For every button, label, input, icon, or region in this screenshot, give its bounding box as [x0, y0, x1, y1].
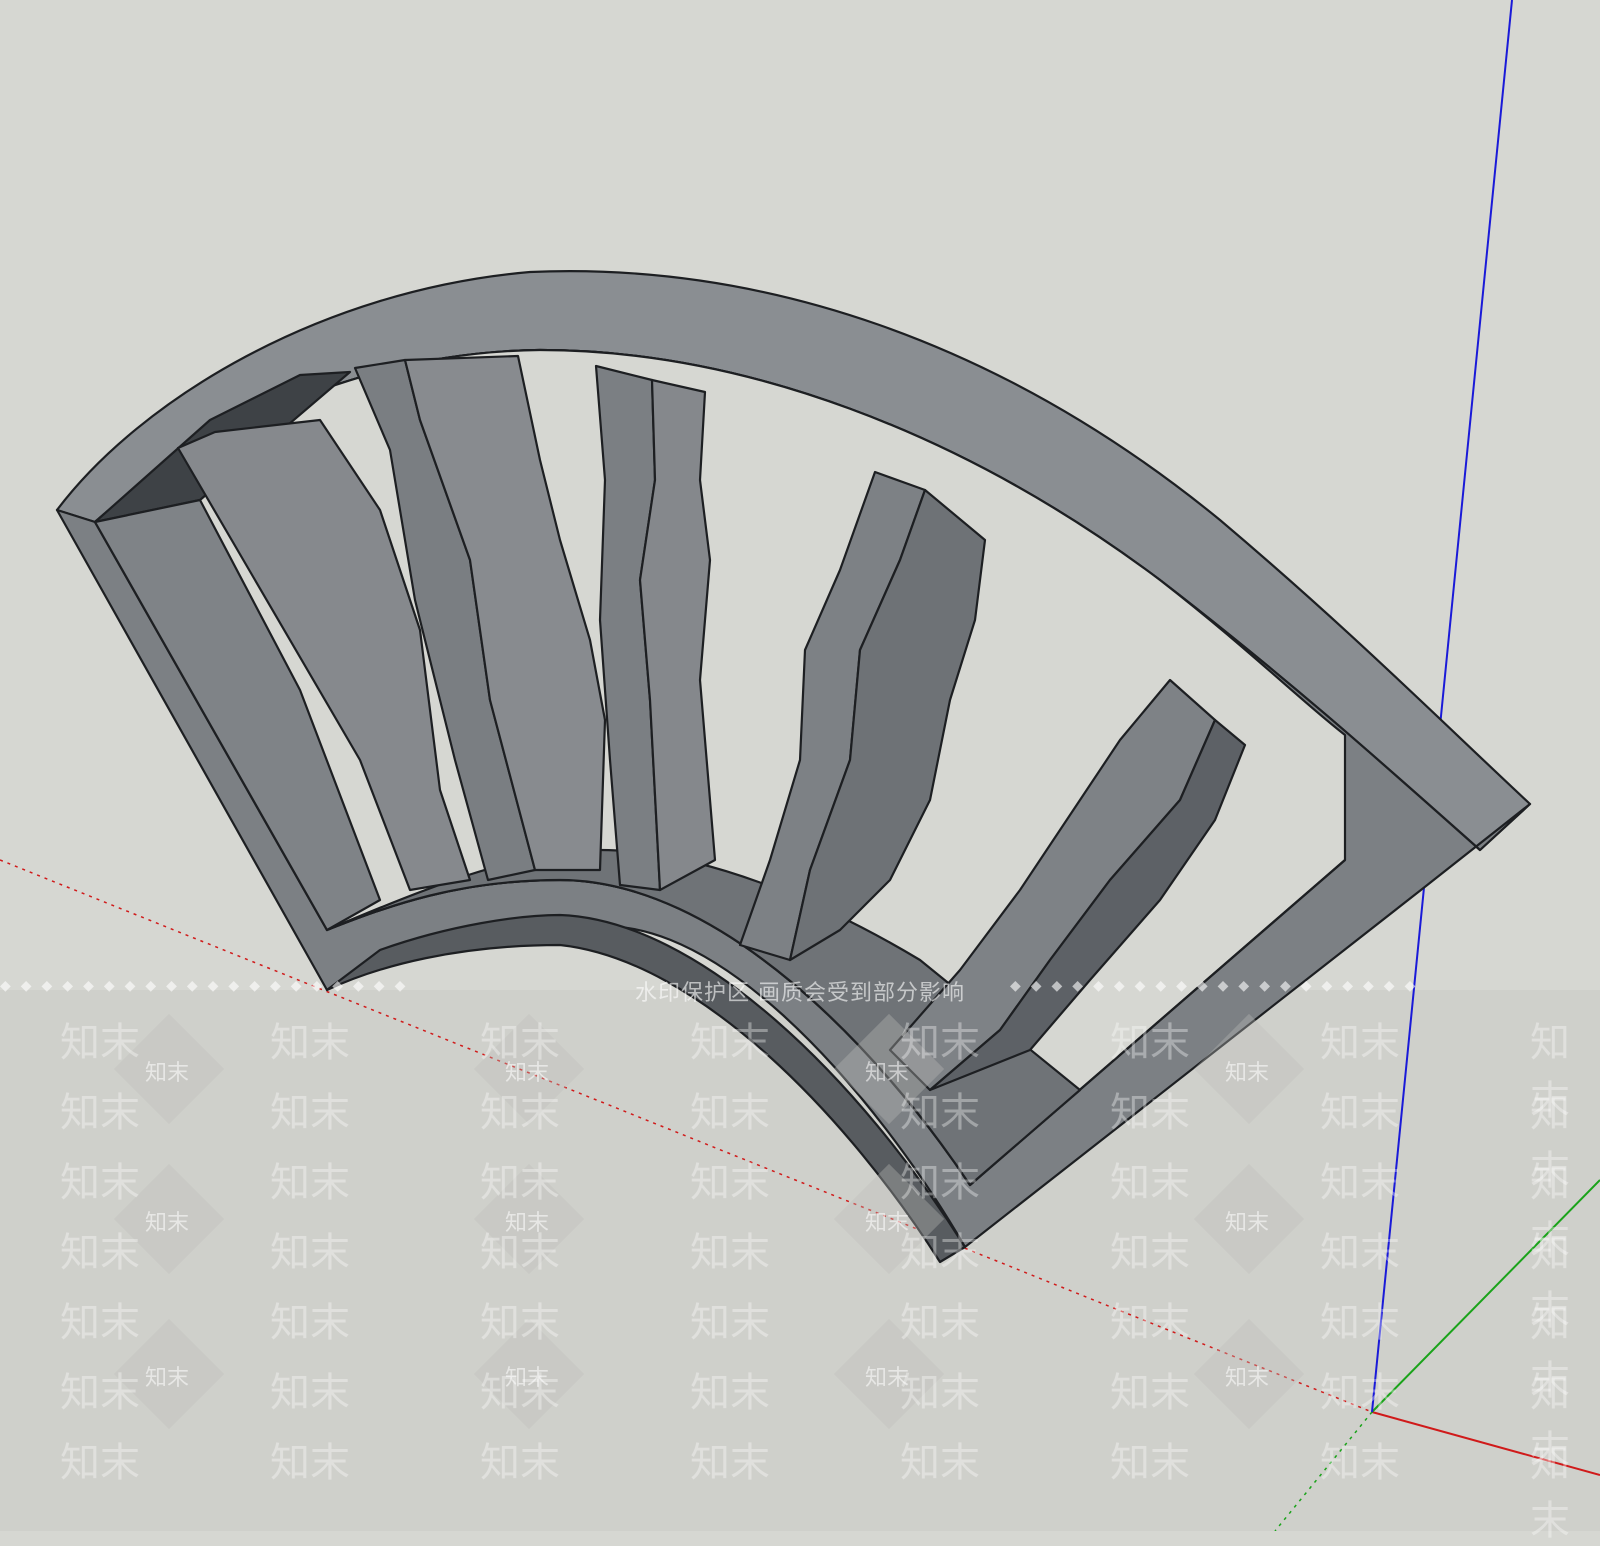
- green-axis-dotted: [1274, 1411, 1373, 1531]
- model-canvas[interactable]: [0, 0, 1600, 1531]
- curved-screen-model[interactable]: [55, 270, 1532, 1264]
- sketchup-viewport[interactable]: ◆◆◆◆◆◆◆◆◆◆◆◆◆◆◆◆◆◆◆◆ ◆◆◆◆◆◆◆◆◆◆◆◆◆◆◆◆◆◆◆…: [0, 0, 1600, 1544]
- red-axis-solid: [1371, 1411, 1600, 1476]
- green-axis-solid: [1371, 1179, 1600, 1413]
